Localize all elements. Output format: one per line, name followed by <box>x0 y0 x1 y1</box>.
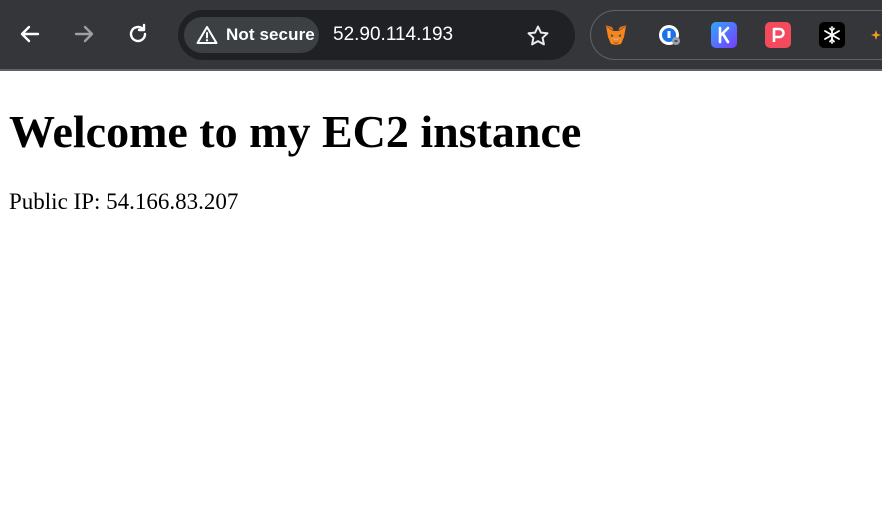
url-text[interactable]: 52.90.114.193 <box>333 23 453 47</box>
page-content: Welcome to my EC2 instance Public IP: 54… <box>9 104 872 216</box>
forward-button[interactable] <box>66 16 102 52</box>
public-ip-text: Public IP: 54.166.83.207 <box>9 189 239 214</box>
bookmark-star-icon[interactable] <box>525 23 551 49</box>
page-heading: Welcome to my EC2 instance <box>9 106 582 157</box>
reload-icon <box>129 23 147 43</box>
back-button[interactable] <box>12 16 48 52</box>
browser-toolbar: Not secure 52.90.114.193 <box>0 0 882 71</box>
shield-icon[interactable] <box>657 22 683 48</box>
security-chip[interactable]: Not secure <box>184 17 319 53</box>
p-icon[interactable] <box>765 22 791 48</box>
reload-button[interactable] <box>120 16 156 52</box>
snowflake-icon[interactable] <box>819 22 845 48</box>
security-chip-label: Not secure <box>226 25 315 44</box>
arrow-left-icon <box>20 25 40 43</box>
warning-icon <box>196 25 218 45</box>
fox-icon[interactable] <box>603 22 629 48</box>
star-icon[interactable] <box>870 22 882 48</box>
address-bar[interactable]: Not secure 52.90.114.193 <box>178 10 575 60</box>
arrow-right-icon <box>74 25 94 43</box>
k-icon[interactable] <box>711 22 737 48</box>
